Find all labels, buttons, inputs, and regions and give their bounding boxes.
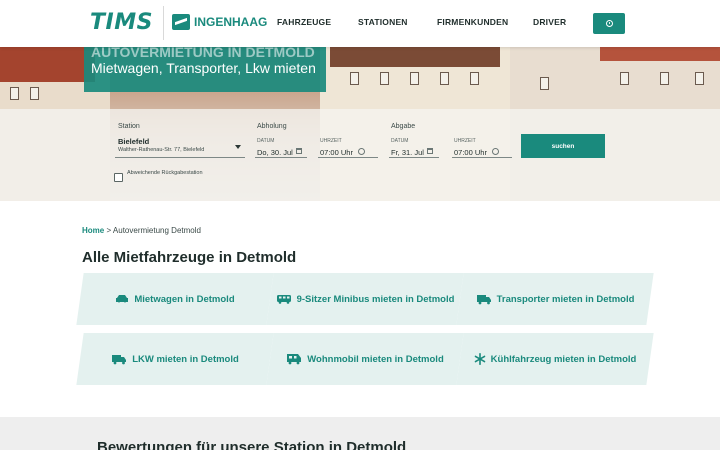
page-title: Alle Mietfahrzeuge in Detmold [82,249,297,266]
breadcrumb-home-link[interactable]: Home [82,226,104,235]
nav-item-fahrzeuge[interactable]: FAHRZEUGE [277,17,331,27]
hero-subtitle: Mietwagen, Transporter, Lkw mieten [91,60,316,76]
tile-wohnmobil[interactable]: Wohnmobil mieten in Detmold [266,333,464,385]
hero-window [410,72,419,85]
return-label: Abgabe [391,123,416,130]
pickup-time-label: UHRZEIT [320,138,342,144]
breadcrumb: Home > Autovermietung Detmold [82,226,201,235]
pickup-date-underline [255,157,307,158]
tile-label: Mietwagen in Detmold [134,293,235,305]
breadcrumb-separator: > [104,226,113,235]
ingenhaag-logo-text: INGENHAAG [194,15,268,29]
nav-item-stationen[interactable]: STATIONEN [358,17,408,27]
tile-label: LKW mieten in Detmold [132,353,239,365]
chevron-down-icon[interactable] [235,145,241,149]
hero-window [350,72,359,85]
tile-transporter[interactable]: Transporter mieten in Detmold [456,273,654,325]
pickup-label: Abholung [257,123,287,130]
hero-section: AUTOVERMIETUNG IN DETMOLD Mietwagen, Tra… [0,47,720,201]
tile-minibus[interactable]: 9-Sitzer Minibus mieten in Detmold [266,273,464,325]
return-date-input[interactable]: Fr, 31. Jul [391,148,424,157]
hero-title: AUTOVERMIETUNG IN DETMOLD [91,47,315,60]
account-button[interactable] [593,13,625,34]
clock-icon[interactable] [492,148,499,155]
pickup-time-input[interactable]: 07:00 Uhr [320,148,353,157]
minibus-icon [276,295,291,304]
nav-item-firmenkunden[interactable]: FIRMENKUNDEN [437,17,508,27]
search-button[interactable]: suchen [521,134,605,158]
pickup-date-input[interactable]: Do, 30. Jul [257,148,293,157]
hero-window [470,72,479,85]
station-select-value[interactable]: Bielefeld [118,137,149,146]
hero-window [30,87,39,100]
hero-window [380,72,389,85]
site-header: TIMS INGENHAAG FAHRZEUGE STATIONEN FIRME… [0,0,720,47]
truck-icon [112,354,127,364]
hero-window [660,72,669,85]
station-address: Walther-Rathenau-Str. 77, Bielefeld [118,147,205,153]
tile-label: 9-Sitzer Minibus mieten in Detmold [296,293,455,305]
hero-overlay [0,109,720,201]
hero-window [695,72,704,85]
user-icon [605,20,613,27]
tile-mietwagen[interactable]: Mietwagen in Detmold [76,273,274,325]
snowflake-icon [474,353,485,365]
car-icon [116,295,129,303]
pickup-date-label: DATUM [257,138,275,144]
pickup-time-underline [318,157,378,158]
calendar-icon[interactable] [296,148,302,154]
ingenhaag-logo[interactable]: INGENHAAG [172,14,267,30]
calendar-icon[interactable] [427,148,433,154]
different-return-checkbox[interactable] [114,173,123,182]
tile-label: Kühlfahrzeug mieten in Detmold [490,353,637,365]
station-underline [115,157,245,158]
ingenhaag-logo-mark-icon [172,14,190,30]
tile-lkw[interactable]: LKW mieten in Detmold [76,333,274,385]
tile-label: Transporter mieten in Detmold [496,293,635,305]
tile-label: Wohnmobil mieten in Detmold [307,353,444,365]
tims-logo[interactable]: TIMS [90,10,153,35]
hero-window [10,87,19,100]
hero-window [620,72,629,85]
hero-background-roof [600,47,720,61]
return-time-input[interactable]: 07:00 Uhr [454,148,487,157]
different-return-label: Abweichende Rückgabestation [127,170,203,176]
hero-window [540,77,549,90]
hero-background-roof [0,47,95,82]
hero-background-roof [330,47,500,67]
return-date-label: DATUM [391,138,409,144]
breadcrumb-current: Autovermietung Detmold [112,226,201,235]
hero-window [440,72,449,85]
return-date-underline [389,157,439,158]
reviews-title: Bewertungen für unsere Station in Detmol… [97,439,407,450]
camper-icon [287,354,302,365]
return-time-label: UHRZEIT [454,138,476,144]
van-icon [476,294,491,304]
nav-item-driver[interactable]: DRIVER [533,17,566,27]
clock-icon[interactable] [358,148,365,155]
station-label: Station [118,123,140,130]
logo-divider [163,6,164,40]
reviews-section: Bewertungen für unsere Station in Detmol… [0,417,720,450]
tile-kuehlfahrzeug[interactable]: Kühlfahrzeug mieten in Detmold [456,333,654,385]
return-time-underline [452,157,512,158]
